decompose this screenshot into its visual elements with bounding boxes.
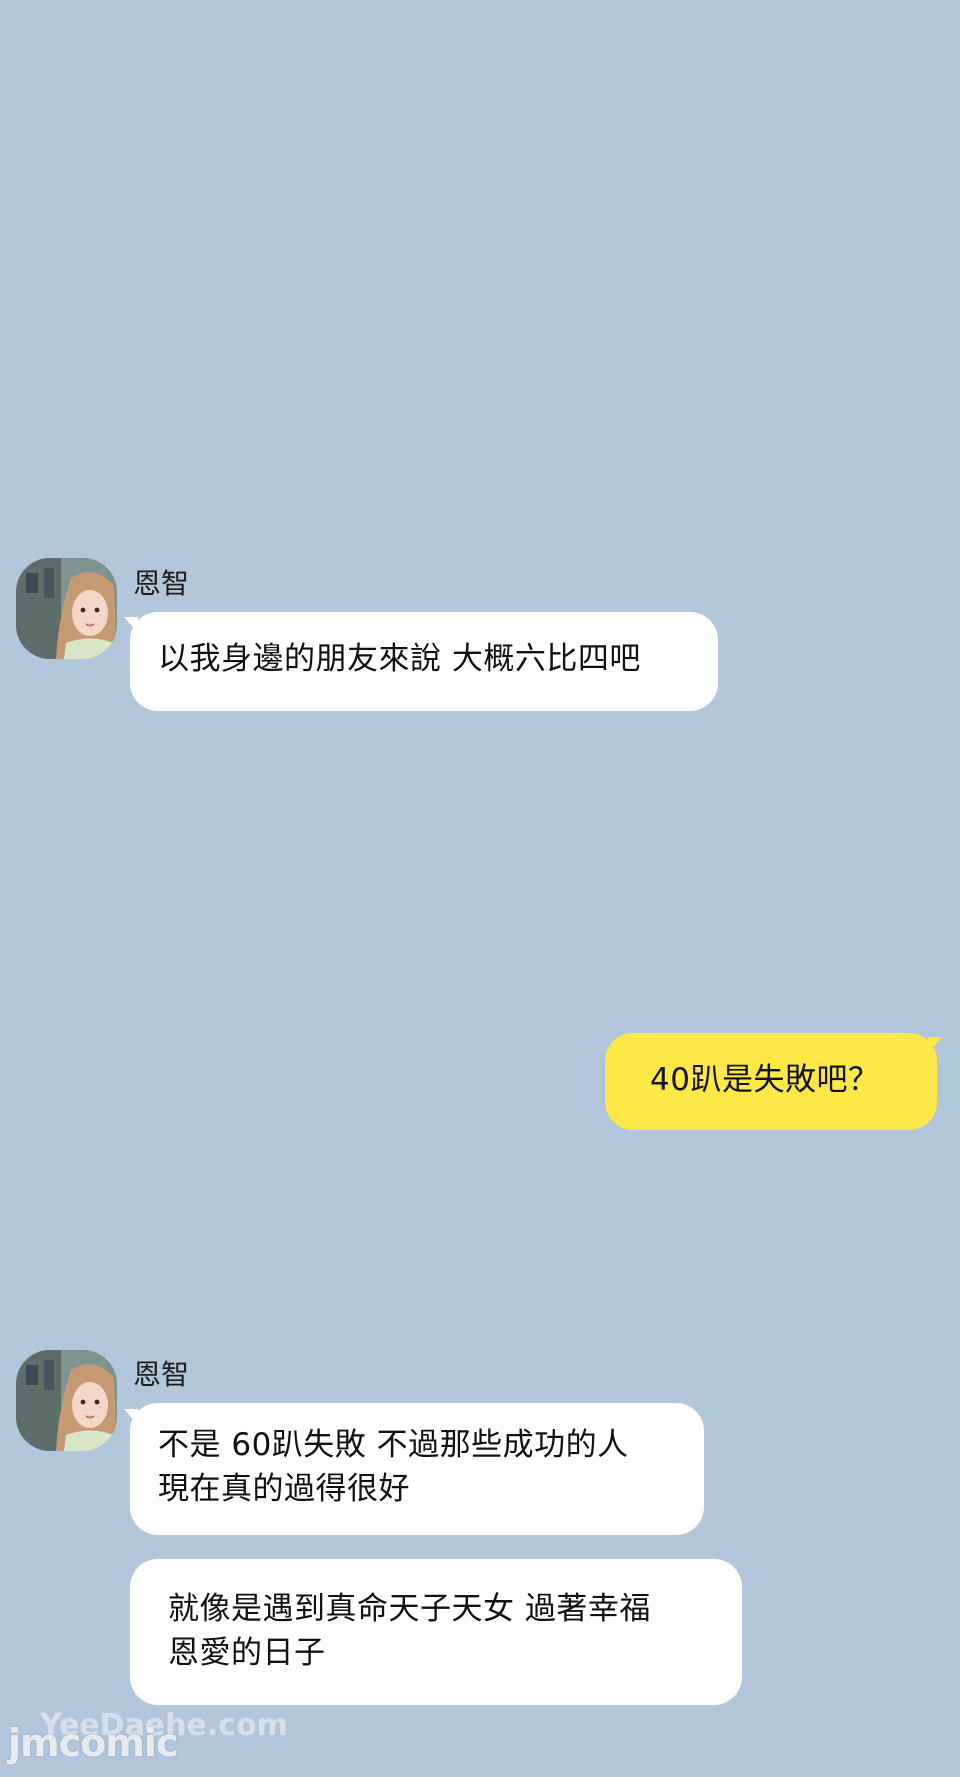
- watermark-logo: jmcomic: [8, 1721, 178, 1765]
- incoming-message-bubble[interactable]: 就像是遇到真命天子天女 過著幸福 恩愛的日子: [130, 1559, 742, 1705]
- message-text: 以我身邊的朋友來說 大概六比四吧: [158, 641, 641, 677]
- bubble-tail: [928, 1037, 942, 1053]
- profile-avatar-icon[interactable]: [16, 1350, 117, 1451]
- sender-name: 恩智: [133, 1358, 190, 1391]
- incoming-message-bubble[interactable]: 以我身邊的朋友來說 大概六比四吧: [130, 612, 718, 711]
- sender-name: 恩智: [133, 567, 190, 600]
- message-text-line: 現在真的過得很好: [158, 1471, 410, 1507]
- incoming-message-bubble[interactable]: 不是 60趴失敗 不過那些成功的人 現在真的過得很好: [130, 1403, 704, 1535]
- message-text: 40趴是失敗吧？: [650, 1062, 880, 1098]
- message-text-line: 就像是遇到真命天子天女 過著幸福: [168, 1591, 651, 1627]
- profile-avatar-icon[interactable]: [16, 558, 117, 659]
- outgoing-message-bubble[interactable]: 40趴是失敗吧？: [605, 1033, 937, 1130]
- message-text-line: 不是 60趴失敗 不過那些成功的人: [158, 1427, 629, 1463]
- chat-view: 恩智 以我身邊的朋友來說 大概六比四吧 40趴是失敗吧？ 恩智 不是 60趴失敗…: [0, 0, 960, 1777]
- message-text-line: 恩愛的日子: [168, 1635, 326, 1671]
